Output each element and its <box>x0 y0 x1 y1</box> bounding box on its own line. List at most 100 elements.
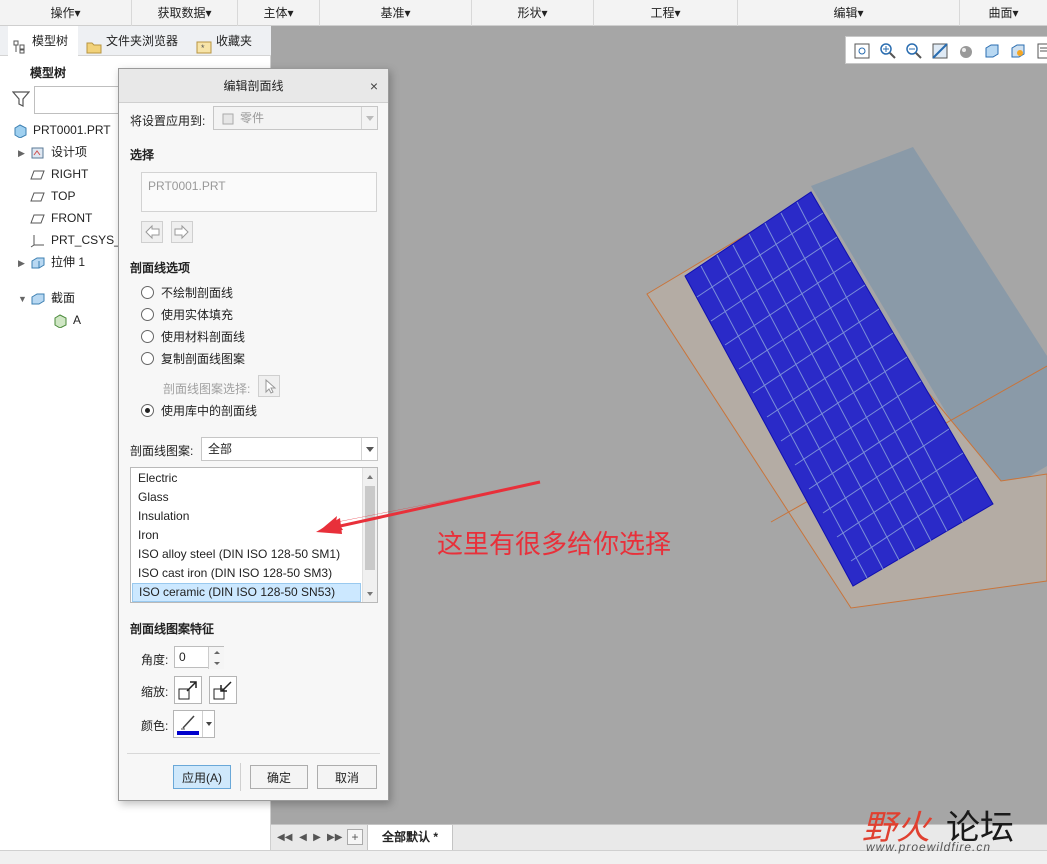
ribbon-engineering[interactable]: 工程▾ <box>594 0 738 26</box>
ribbon-datum[interactable]: 基准▾ <box>320 0 472 26</box>
scale-label: 缩放: <box>141 685 169 699</box>
ok-button[interactable]: 确定 <box>250 765 308 789</box>
datum-plane-icon <box>30 212 46 226</box>
list-item[interactable]: Glass <box>132 488 361 507</box>
cancel-button[interactable]: 取消 <box>317 765 377 789</box>
section-a-icon <box>52 314 68 329</box>
refit-icon[interactable] <box>852 41 872 61</box>
tab-folder-browser-label: 文件夹浏览器 <box>106 34 179 48</box>
tab-all-default[interactable]: 全部默认 * <box>367 825 453 851</box>
ribbon-editing[interactable]: 编辑▾ <box>738 0 960 26</box>
view-manager-icon[interactable] <box>1008 41 1028 61</box>
tab-folder-browser[interactable]: 文件夹浏览器 <box>84 26 192 56</box>
watermark-url: www.proewildfire.cn <box>866 840 992 854</box>
ribbon-bar: 操作▾ 获取数据▾ 主体▾ 基准▾ 形状▾ 工程▾ 编辑▾ 曲面▾ <box>0 0 1047 26</box>
folder-icon <box>86 35 102 54</box>
spin-down-icon[interactable] <box>208 658 224 669</box>
part-icon <box>221 111 235 133</box>
tab-model-tree[interactable]: 模型树 <box>8 26 78 56</box>
first-tab-icon[interactable]: ◀◀ <box>277 831 292 845</box>
spin-up-icon[interactable] <box>208 647 224 658</box>
expand-arrow-icon[interactable]: ▶ <box>18 143 30 163</box>
last-tab-icon[interactable]: ▶▶ <box>327 831 342 845</box>
button-separator <box>240 763 241 791</box>
model-tree-title: 模型树 <box>30 66 67 80</box>
collapse-arrow-icon[interactable]: ▼ <box>18 289 30 309</box>
radio-solid-fill[interactable]: 使用实体填充 <box>141 306 233 324</box>
repaint-icon[interactable] <box>930 41 950 61</box>
prev-tab-icon[interactable]: ◀ <box>297 831 309 845</box>
scale-up-icon[interactable] <box>174 676 202 704</box>
list-item[interactable]: ISO cast iron (DIN ISO 128-50 SM3) <box>132 564 361 583</box>
ribbon-get-data[interactable]: 获取数据▾ <box>132 0 238 26</box>
filter-icon[interactable] <box>12 90 30 108</box>
scroll-down-icon[interactable] <box>365 588 375 598</box>
selection-collector[interactable]: PRT0001.PRT <box>141 172 377 212</box>
dialog-divider <box>127 753 380 754</box>
tree-filter-input[interactable] <box>34 86 124 114</box>
close-icon[interactable]: × <box>365 77 383 95</box>
tree-item-right[interactable]: RIGHT <box>30 164 88 184</box>
hatch-options-label: 剖面线选项 <box>130 261 191 275</box>
edit-hatch-dialog: 编辑剖面线 × 将设置应用到: 零件 选择 PRT0001.PRT 剖面线选项 … <box>118 68 389 801</box>
list-item-selected[interactable]: ISO ceramic (DIN ISO 128-50 SN53) <box>132 583 361 602</box>
angle-value: 0 <box>179 650 186 664</box>
list-item[interactable]: ISO alloy steel (DIN ISO 128-50 SM1) <box>132 545 361 564</box>
radio-label: 不绘制剖面线 <box>161 286 234 300</box>
zoom-in-icon[interactable] <box>878 41 898 61</box>
tree-item-label: 截面 <box>51 291 76 305</box>
apply-to-select[interactable]: 零件 <box>213 106 378 130</box>
hatch-pattern-list[interactable]: Electric Glass Insulation Iron ISO alloy… <box>130 467 378 603</box>
cursor-select-icon[interactable] <box>258 375 280 397</box>
color-picker-button[interactable] <box>173 710 215 738</box>
list-item[interactable]: Electric <box>132 469 361 488</box>
part-icon <box>12 124 28 139</box>
tree-item-part[interactable]: PRT0001.PRT <box>12 120 111 140</box>
scroll-up-icon[interactable] <box>365 471 375 481</box>
tree-item-extrude[interactable]: ▶ 拉伸 1 <box>18 252 85 272</box>
ribbon-body[interactable]: 主体▾ <box>238 0 320 26</box>
radio-indicator <box>141 330 154 343</box>
tree-item-label: PRT_CSYS_DEF <box>51 233 118 247</box>
datum-plane-icon <box>30 168 46 182</box>
radio-indicator <box>141 352 154 365</box>
tree-item-design-items[interactable]: ▶ 设计项 <box>18 142 87 162</box>
tab-favorites[interactable]: * 收藏夹 <box>196 26 266 56</box>
previous-arrow-icon[interactable] <box>141 221 163 243</box>
zoom-out-icon[interactable] <box>904 41 924 61</box>
expand-arrow-icon[interactable]: ▶ <box>18 253 30 273</box>
tree-item-label: FRONT <box>51 211 93 225</box>
pattern-pick-label: 剖面线图案选择: <box>163 382 251 396</box>
annotation-display-icon[interactable] <box>1034 41 1047 61</box>
saved-views-icon[interactable] <box>982 41 1002 61</box>
radio-no-hatch[interactable]: 不绘制剖面线 <box>141 284 233 302</box>
ribbon-shapes[interactable]: 形状▾ <box>472 0 594 26</box>
extrude-icon <box>30 256 46 270</box>
color-label: 颜色: <box>141 719 169 733</box>
apply-button[interactable]: 应用(A) <box>173 765 231 789</box>
ribbon-surfaces[interactable]: 曲面▾ <box>960 0 1047 26</box>
list-item[interactable]: Iron <box>132 526 361 545</box>
radio-label: 使用实体填充 <box>161 308 234 322</box>
radio-indicator <box>141 308 154 321</box>
radio-library-hatch[interactable]: 使用库中的剖面线 <box>141 402 257 420</box>
next-tab-icon[interactable]: ▶ <box>311 831 323 845</box>
add-tab-icon[interactable]: + <box>347 829 363 845</box>
hatch-pattern-select[interactable]: 全部 <box>201 437 378 461</box>
tree-item-sections[interactable]: ▼ 截面 <box>18 288 75 308</box>
tree-item-section-a[interactable]: A <box>52 310 81 330</box>
next-arrow-icon[interactable] <box>171 221 193 243</box>
list-scrollbar[interactable] <box>362 468 377 602</box>
dialog-titlebar[interactable]: 编辑剖面线 × <box>119 69 388 103</box>
ribbon-operations[interactable]: 操作▾ <box>0 0 132 26</box>
radio-material-hatch[interactable]: 使用材料剖面线 <box>141 328 245 346</box>
tree-item-top[interactable]: TOP <box>30 186 75 206</box>
scroll-thumb[interactable] <box>365 486 375 570</box>
tree-item-front[interactable]: FRONT <box>30 208 92 228</box>
scale-down-icon[interactable] <box>209 676 237 704</box>
display-style-icon[interactable] <box>956 41 976 61</box>
chevron-down-icon[interactable] <box>202 711 214 737</box>
radio-copy-pattern[interactable]: 复制剖面线图案 <box>141 350 245 368</box>
list-item[interactable]: Insulation <box>132 507 361 526</box>
tree-item-csys[interactable]: PRT_CSYS_DEF <box>30 230 118 250</box>
